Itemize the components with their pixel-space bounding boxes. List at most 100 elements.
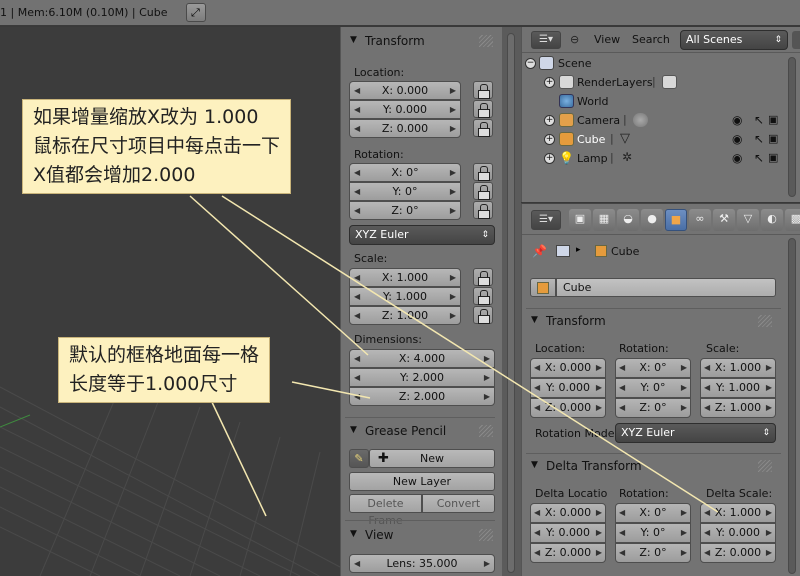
search-menu[interactable]: Search — [632, 33, 670, 46]
transform-panel-header[interactable]: ▼ Transform — [522, 311, 680, 333]
eye-icon[interactable]: ◉ — [732, 113, 742, 127]
location-z-field[interactable]: ◀ Z: 0.000 ▶ — [530, 398, 606, 418]
delta-scale-x-field[interactable]: ◀ X: 1.000 ▶ — [700, 503, 776, 523]
outliner-item-cube[interactable]: + Cube | ▽ ◉ ↖ ▣ — [522, 130, 800, 149]
location-x-field[interactable]: ◀ X: 0.000 ▶ — [530, 358, 606, 378]
rotation-y-field[interactable]: ◀ Y: 0° ▶ — [349, 182, 461, 201]
dimension-y-field[interactable]: ◀ Y: 2.000 ▶ — [349, 368, 495, 387]
scale-y-field[interactable]: ◀ Y: 1.000 ▶ — [700, 378, 776, 398]
header-overflow[interactable] — [792, 31, 800, 49]
object-name-input[interactable]: Cube — [556, 278, 776, 297]
new-grease-button[interactable]: ✚ New — [369, 449, 495, 468]
rotation-x-field[interactable]: ◀ X: 0° ▶ — [615, 358, 691, 378]
tab-data[interactable]: ▽ — [737, 209, 759, 231]
tab-render[interactable]: ▣ — [569, 209, 591, 231]
location-x-field[interactable]: ◀ X: 0.000 ▶ — [349, 81, 461, 100]
expand-icon[interactable]: + — [544, 134, 555, 145]
cursor-icon[interactable]: ↖ — [754, 151, 764, 165]
tab-constraints[interactable]: ∞ — [689, 209, 711, 231]
tab-scene[interactable]: ◒ — [617, 209, 639, 231]
delete-frame-button[interactable]: Delete Frame — [349, 494, 422, 527]
expand-icon[interactable]: + — [544, 77, 555, 88]
scale-x-field[interactable]: ◀ X: 1.000 ▶ — [349, 268, 461, 287]
editor-type-menu[interactable]: ☰▾ — [531, 31, 561, 49]
rotation-y-field[interactable]: ◀ Y: 0° ▶ — [615, 378, 691, 398]
properties-scrollbar[interactable] — [788, 238, 796, 574]
outliner-item-camera[interactable]: + Camera | ◉ ↖ ▣ — [522, 111, 800, 130]
location-y-field[interactable]: ◀ Y: 0.000 ▶ — [349, 100, 461, 119]
camera-render-icon[interactable]: ▣ — [768, 151, 778, 164]
pin-icon[interactable]: 📌 — [532, 244, 547, 258]
delta-scale-y-field[interactable]: ◀ Y: 0.000 ▶ — [700, 523, 776, 543]
collapse-icon[interactable]: − — [525, 58, 536, 69]
scrollbar-thumb[interactable] — [507, 33, 515, 573]
expand-icon[interactable]: + — [544, 153, 555, 164]
delta-transform-panel-header[interactable]: ▼ Delta Transform — [522, 456, 680, 478]
grease-pencil-panel-header[interactable]: ▼ Grease Pencil — [341, 421, 499, 443]
scene-filter-dropdown[interactable]: All Scenes ⇕ — [680, 30, 788, 50]
tab-render-layers[interactable]: ▦ — [593, 209, 615, 231]
cursor-icon[interactable]: ↖ — [754, 132, 764, 146]
lock-icon[interactable] — [473, 287, 493, 305]
lock-icon[interactable] — [473, 81, 493, 99]
convert-button[interactable]: Convert — [422, 494, 495, 513]
lock-icon[interactable] — [473, 268, 493, 286]
lock-icon[interactable] — [473, 182, 493, 200]
rotation-x-field[interactable]: ◀ X: 0° ▶ — [349, 163, 461, 182]
scale-y-field[interactable]: ◀ Y: 1.000 ▶ — [349, 287, 461, 306]
lock-icon[interactable] — [473, 119, 493, 137]
rotation-mode-dropdown[interactable]: XYZ Euler ⇕ — [349, 225, 495, 245]
drag-grip-icon[interactable] — [758, 460, 772, 472]
view-menu[interactable]: View — [594, 33, 620, 46]
expand-icon[interactable]: + — [544, 115, 555, 126]
rotation-z-field[interactable]: ◀ Z: 0° ▶ — [349, 201, 461, 220]
view-panel-header[interactable]: ▼ View — [341, 525, 499, 547]
rotation-mode-dropdown[interactable]: XYZ Euler ⇕ — [615, 423, 776, 443]
location-y-field[interactable]: ◀ Y: 0.000 ▶ — [530, 378, 606, 398]
outliner-item-lamp[interactable]: + 💡 Lamp | ✲ ◉ ↖ ▣ — [522, 149, 800, 168]
scale-x-field[interactable]: ◀ X: 1.000 ▶ — [700, 358, 776, 378]
delta-rotation-y-field[interactable]: ◀ Y: 0° ▶ — [615, 523, 691, 543]
scale-z-field[interactable]: ◀ Z: 1.000 ▶ — [700, 398, 776, 418]
cursor-icon[interactable]: ↖ — [754, 113, 764, 127]
delta-rotation-z-field[interactable]: ◀ Z: 0° ▶ — [615, 543, 691, 563]
outliner-item-scene[interactable]: − Scene — [522, 54, 800, 73]
outliner-scrollbar[interactable] — [788, 57, 796, 197]
outliner-item-renderlayers[interactable]: + RenderLayers | — [522, 73, 800, 92]
draw-button[interactable]: ✎ — [349, 449, 369, 468]
camera-render-icon[interactable]: ▣ — [768, 132, 778, 145]
drag-grip-icon[interactable] — [479, 35, 493, 47]
scale-z-field[interactable]: ◀ Z: 1.000 ▶ — [349, 306, 461, 325]
tab-world[interactable]: ● — [641, 209, 663, 231]
lens-field[interactable]: ◀ Lens: 35.000 ▶ — [349, 554, 495, 573]
tab-object[interactable]: ■ — [665, 209, 687, 231]
lock-icon[interactable] — [473, 163, 493, 181]
object-type-button[interactable] — [530, 278, 556, 297]
camera-render-icon[interactable]: ▣ — [768, 113, 778, 126]
dimension-x-field[interactable]: ◀ X: 4.000 ▶ — [349, 349, 495, 368]
location-z-field[interactable]: ◀ Z: 0.000 ▶ — [349, 119, 461, 138]
delta-scale-z-field[interactable]: ◀ Z: 0.000 ▶ — [700, 543, 776, 563]
dimension-z-field[interactable]: ◀ Z: 2.000 ▶ — [349, 387, 495, 406]
drag-grip-icon[interactable] — [479, 425, 493, 437]
tab-material[interactable]: ◐ — [761, 209, 783, 231]
new-layer-button[interactable]: New Layer — [349, 472, 495, 491]
tab-modifiers[interactable]: ⚒ — [713, 209, 735, 231]
fullscreen-toggle[interactable]: ⤢ — [186, 3, 206, 22]
eye-icon[interactable]: ◉ — [732, 151, 742, 165]
delta-location-y-field[interactable]: ◀ Y: 0.000 ▶ — [530, 523, 606, 543]
lock-icon[interactable] — [473, 306, 493, 324]
lock-icon[interactable] — [473, 100, 493, 118]
lock-icon[interactable] — [473, 201, 493, 219]
delta-location-x-field[interactable]: ◀ X: 0.000 ▶ — [530, 503, 606, 523]
editor-type-menu[interactable]: ☰▾ — [531, 210, 561, 230]
rotation-z-field[interactable]: ◀ Z: 0° ▶ — [615, 398, 691, 418]
tab-texture[interactable]: ▩ — [785, 209, 800, 231]
drag-grip-icon[interactable] — [758, 315, 772, 327]
collapse-menu-icon[interactable]: ⊖ — [570, 33, 579, 46]
eye-icon[interactable]: ◉ — [732, 132, 742, 146]
transform-panel-header[interactable]: ▼ Transform — [341, 31, 499, 53]
drag-grip-icon[interactable] — [479, 529, 493, 541]
delta-rotation-x-field[interactable]: ◀ X: 0° ▶ — [615, 503, 691, 523]
delta-location-z-field[interactable]: ◀ Z: 0.000 ▶ — [530, 543, 606, 563]
